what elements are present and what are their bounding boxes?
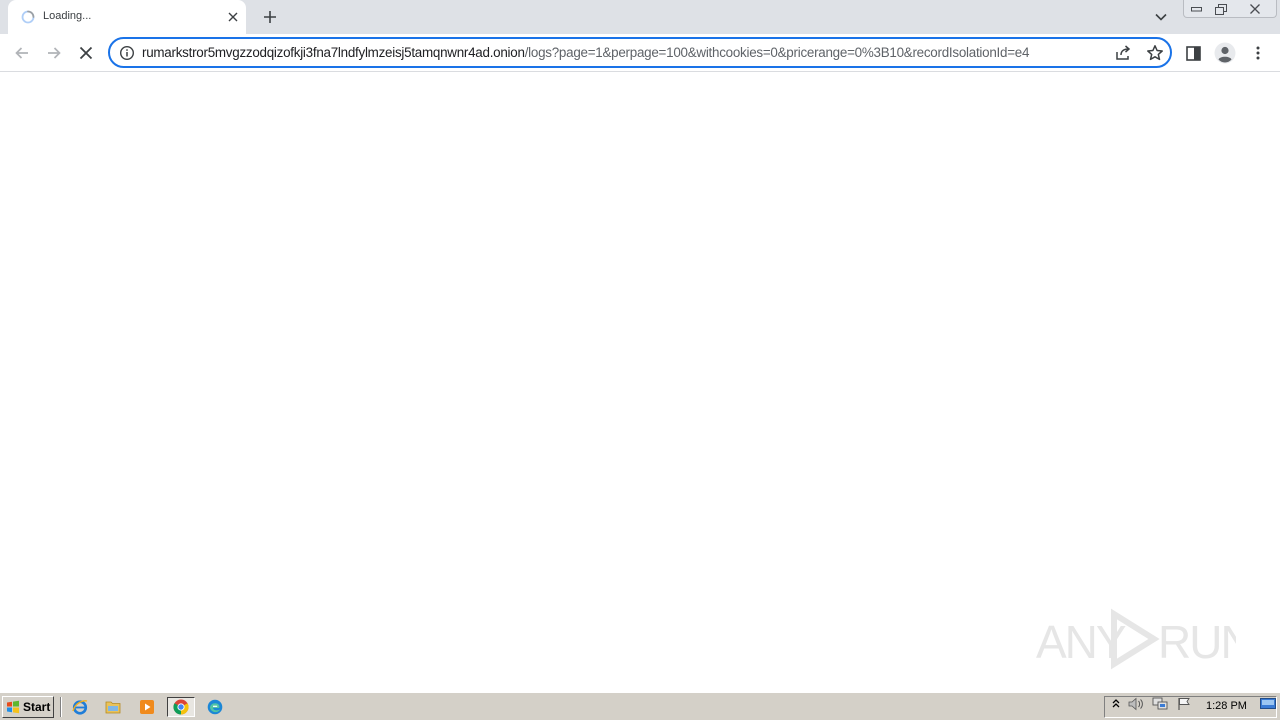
quicklaunch-explorer[interactable] — [102, 697, 124, 717]
star-icon[interactable] — [1146, 44, 1164, 62]
show-desktop-icon — [1260, 698, 1276, 709]
arrow-left-icon — [15, 47, 28, 59]
quicklaunch-media-player[interactable] — [136, 697, 158, 717]
address-bar[interactable]: rumarkstror5mvgzzodqizofkji3fna7lndfylmz… — [108, 37, 1172, 68]
minimize-icon — [1191, 7, 1202, 12]
tray-expand-button[interactable] — [1108, 696, 1124, 712]
stop-x-icon — [79, 46, 93, 60]
window-close-button[interactable] — [1235, 0, 1275, 18]
browser-menu-button[interactable] — [1245, 40, 1271, 66]
tab-search-button[interactable] — [1151, 7, 1171, 27]
windows-logo-icon — [7, 700, 19, 714]
taskbar: Start 1:28 PM — [0, 692, 1280, 720]
tab-strip: Loading... — [0, 0, 1280, 34]
start-button[interactable]: Start — [2, 696, 54, 718]
info-icon[interactable] — [119, 45, 135, 61]
tray-network[interactable] — [1152, 696, 1168, 712]
kebab-menu-icon — [1256, 46, 1260, 60]
restore-icon — [1214, 3, 1227, 15]
tray-volume[interactable] — [1128, 696, 1144, 712]
edge-icon — [207, 699, 223, 715]
internet-explorer-icon — [72, 700, 88, 715]
tray-action-center[interactable] — [1176, 696, 1192, 712]
volume-icon — [1128, 697, 1143, 711]
new-tab-button[interactable] — [258, 5, 282, 29]
url-host: rumarkstror5mvgzzodqizofkji3fna7lndfylmz… — [142, 45, 525, 60]
browser-tab[interactable]: Loading... — [8, 0, 246, 34]
url-text[interactable]: rumarkstror5mvgzzodqizofkji3fna7lndfylmz… — [142, 45, 1104, 63]
back-button[interactable] — [9, 40, 35, 66]
quicklaunch-edge[interactable] — [204, 697, 226, 717]
chrome-icon — [173, 699, 189, 715]
folder-icon — [105, 701, 121, 714]
side-panel-button[interactable] — [1180, 40, 1206, 66]
svg-text:RUN: RUN — [1158, 616, 1236, 668]
arrow-right-icon — [48, 47, 61, 59]
show-desktop-button[interactable] — [1260, 696, 1276, 712]
plus-icon — [264, 11, 276, 23]
restore-button[interactable] — [1208, 0, 1233, 18]
tab-title: Loading... — [43, 10, 92, 22]
forward-button[interactable] — [41, 40, 67, 66]
taskbar-clock[interactable]: 1:28 PM — [1206, 700, 1247, 712]
close-icon — [1250, 4, 1260, 14]
browser-toolbar: rumarkstror5mvgzzodqizofkji3fna7lndfylmz… — [0, 34, 1280, 72]
taskbar-separator — [60, 697, 62, 717]
close-icon — [228, 12, 238, 22]
anyrun-watermark: ANY RUN — [1036, 608, 1236, 670]
share-icon[interactable] — [1114, 44, 1132, 62]
flag-icon — [1178, 698, 1190, 710]
quicklaunch-internet-explorer[interactable] — [69, 697, 91, 717]
minimize-button[interactable] — [1184, 0, 1209, 18]
page-viewport — [0, 72, 1280, 692]
chevron-down-icon — [1155, 13, 1167, 21]
tray-expand-icon — [1112, 699, 1120, 708]
stop-loading-button[interactable] — [73, 40, 99, 66]
media-player-icon — [140, 700, 154, 714]
profile-button[interactable] — [1212, 40, 1238, 66]
side-panel-icon — [1185, 45, 1201, 61]
tab-close-button[interactable] — [225, 9, 241, 25]
taskbar-chrome[interactable] — [167, 697, 195, 717]
url-path: /logs?page=1&perpage=100&withcookies=0&p… — [524, 45, 1030, 60]
start-label: Start — [23, 700, 51, 714]
avatar-icon — [1214, 42, 1236, 64]
loading-spinner-icon — [21, 10, 35, 24]
network-icon — [1152, 697, 1168, 710]
